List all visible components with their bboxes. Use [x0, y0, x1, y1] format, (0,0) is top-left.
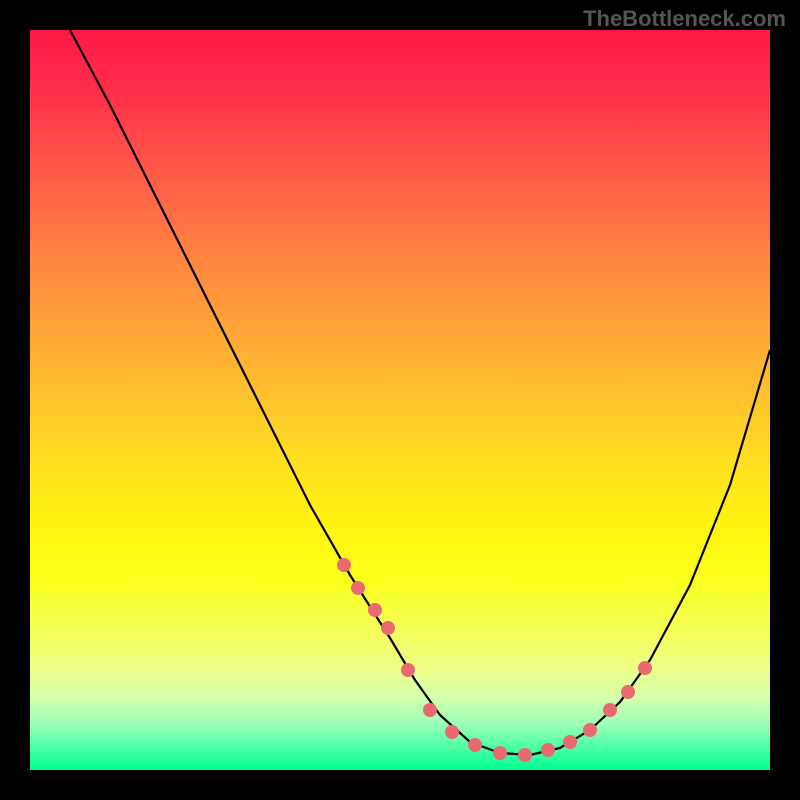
marker-dot — [468, 738, 482, 752]
marker-dot — [381, 621, 395, 635]
marker-dot — [621, 685, 635, 699]
marker-group — [337, 558, 652, 762]
bottleneck-curve — [70, 30, 770, 755]
watermark-text: TheBottleneck.com — [583, 6, 786, 32]
marker-dot — [603, 703, 617, 717]
marker-dot — [445, 725, 459, 739]
marker-dot — [583, 723, 597, 737]
chart-svg — [30, 30, 770, 770]
marker-dot — [351, 581, 365, 595]
marker-dot — [518, 748, 532, 762]
chart-area — [30, 30, 770, 770]
marker-dot — [337, 558, 351, 572]
marker-dot — [493, 746, 507, 760]
marker-dot — [401, 663, 415, 677]
marker-dot — [563, 735, 577, 749]
marker-dot — [368, 603, 382, 617]
marker-dot — [423, 703, 437, 717]
marker-dot — [638, 661, 652, 675]
marker-dot — [541, 743, 555, 757]
